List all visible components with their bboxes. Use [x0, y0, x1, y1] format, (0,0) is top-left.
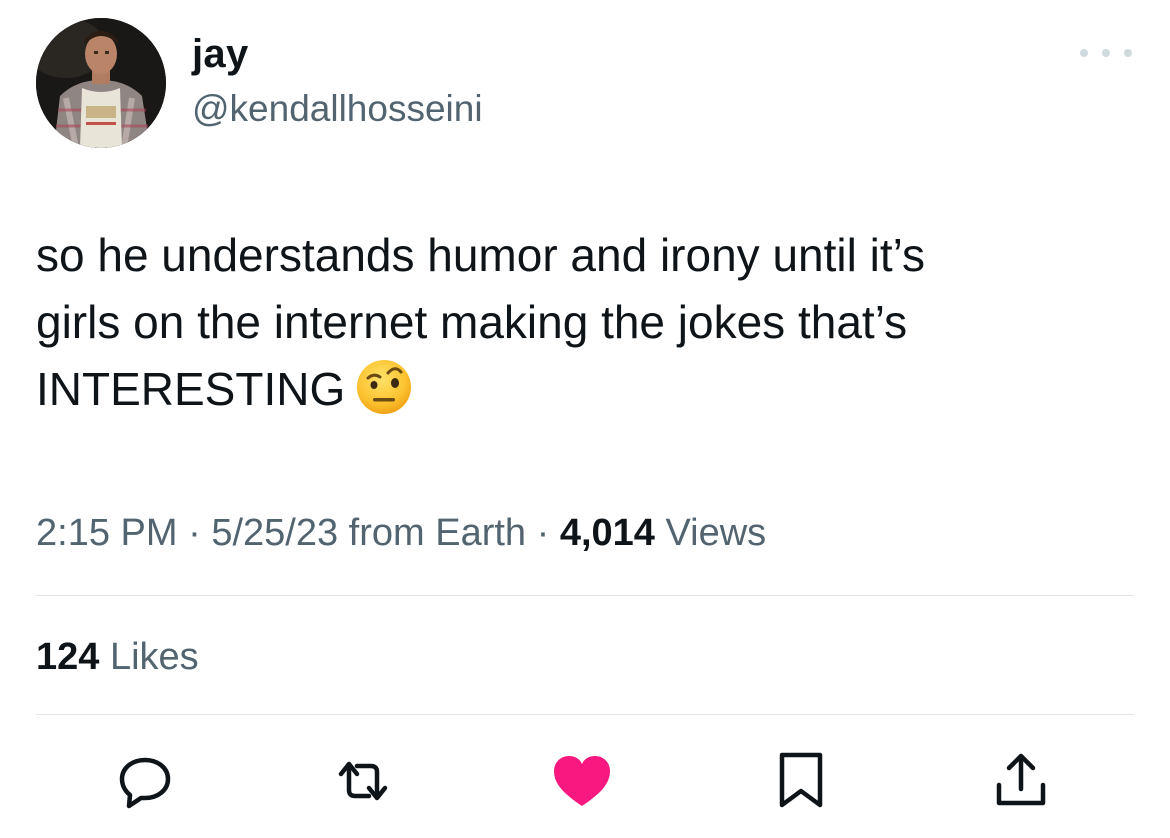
bookmark-button[interactable] [766, 748, 836, 818]
tweet-line: girls on the internet making the jokes t… [36, 296, 908, 348]
bookmark-icon [776, 751, 826, 816]
retweet-icon [331, 752, 395, 815]
like-button[interactable] [547, 748, 617, 818]
reply-icon [116, 752, 174, 815]
likes-count[interactable]: 124 [36, 636, 99, 678]
action-bar [0, 748, 1170, 818]
author-handle[interactable]: @kendallhosseini [192, 86, 483, 132]
tweet-date[interactable]: 5/25/23 [211, 512, 338, 554]
more-dot [1080, 49, 1088, 57]
divider [36, 595, 1134, 596]
share-button[interactable] [986, 748, 1056, 818]
reply-button[interactable] [110, 748, 180, 818]
retweet-button[interactable] [328, 748, 398, 818]
views-label[interactable]: Views [655, 512, 766, 554]
avatar[interactable] [36, 18, 166, 148]
views-count[interactable]: 4,014 [560, 512, 655, 554]
divider [36, 714, 1134, 715]
tweet-line: so he understands humor and irony until … [36, 229, 926, 281]
more-dot [1124, 49, 1132, 57]
likes-summary[interactable]: 124 Likes [36, 632, 199, 682]
face-with-raised-eyebrow-emoji-icon [355, 358, 413, 416]
tweet-meta: 2:15 PM · 5/25/23 from Earth · 4,014 Vie… [36, 508, 766, 558]
tweet-line-text: INTERESTING [36, 363, 346, 415]
likes-label[interactable]: Likes [99, 636, 199, 678]
more-dot [1102, 49, 1110, 57]
author-display-name[interactable]: jay [192, 30, 249, 78]
meta-separator: · [177, 512, 212, 554]
tweet-text: so he understands humor and irony until … [36, 222, 1136, 423]
tweet-source: from Earth [338, 512, 527, 554]
tweet-time[interactable]: 2:15 PM [36, 512, 178, 554]
tweet-line-last: INTERESTING [36, 356, 1136, 423]
meta-separator: · [526, 512, 560, 554]
more-options-icon[interactable] [1080, 40, 1132, 66]
share-icon [991, 751, 1051, 816]
like-icon [550, 752, 614, 815]
